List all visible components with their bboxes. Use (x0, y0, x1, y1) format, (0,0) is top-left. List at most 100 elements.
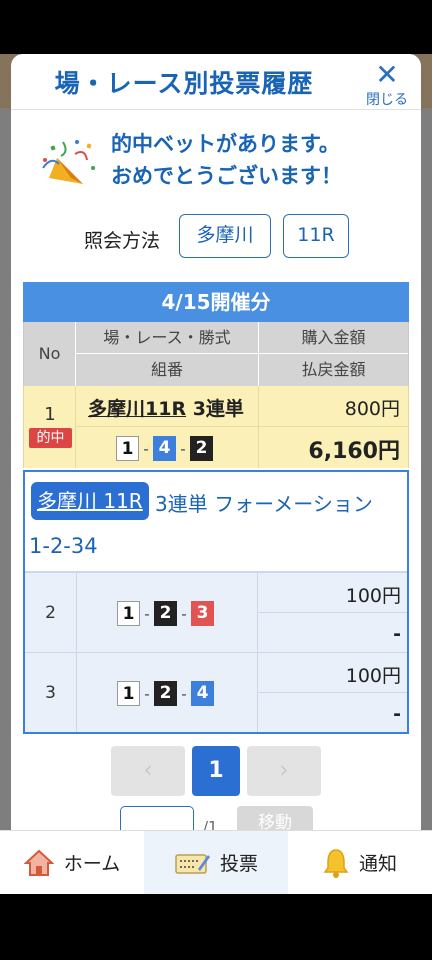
row-purchase-cell: 800円 (259, 386, 408, 427)
row-combo-cell: 1 - 2 - 4 (77, 653, 258, 732)
nav-home[interactable]: ホーム (0, 831, 144, 894)
history-table: 4/15開催分 No 場・レース・勝式 組番 購入金額 払戻金額 1 的中 多摩… (23, 282, 409, 734)
purchase-amount: 100円 (345, 665, 401, 687)
formation-header: 多摩川 11R 3連単 フォーメーション 1-2-34 (25, 472, 407, 572)
page-total: /1 (203, 818, 218, 830)
nav-vote-label: 投票 (219, 853, 258, 875)
combination: 1 - 4 - 2 (116, 436, 213, 461)
header-mid: 場・レース・勝式 組番 (76, 322, 259, 386)
race-tag-button[interactable]: 多摩川 11R (31, 482, 149, 520)
pagination: ‹ 1 › (11, 746, 421, 796)
header-purchase: 購入金額 (259, 322, 408, 354)
row-purchase-cell: 100円 (258, 653, 407, 693)
close-label: 閉じる (366, 92, 408, 108)
system-nav-bar (0, 894, 432, 960)
table-row: 2 1 - 2 - 3 100円 - (25, 572, 407, 652)
congrats-line2: おめでとうございます！ (111, 164, 342, 188)
prev-page-button[interactable]: ‹ (111, 746, 185, 796)
header-combination: 組番 (150, 360, 183, 379)
payout-amount: - (393, 623, 401, 645)
close-button[interactable]: ✕ 閉じる (363, 58, 411, 109)
modal-title: 場・レース別投票履歴 (54, 69, 314, 98)
purchase-amount: 800円 (344, 398, 400, 420)
row-amount-cell: 100円 - (258, 573, 407, 652)
combo-dash: - (143, 439, 149, 458)
close-icon: ✕ (375, 58, 399, 91)
home-icon (23, 849, 54, 877)
congrats-line1: 的中ベットがあります。 (111, 132, 340, 156)
current-page-button[interactable]: 1 (192, 746, 240, 796)
combo-digit: 4 (191, 681, 214, 706)
table-row: 3 1 - 2 - 4 100円 - (25, 652, 407, 732)
congrats-banner: 的中ベットがあります。 おめでとうございます！ (37, 124, 407, 194)
combo-digit: 1 (116, 436, 139, 461)
row-mid-cell: 多摩川11R 3連単 1 - 4 - 2 (76, 386, 259, 468)
next-page-button[interactable]: › (247, 746, 321, 796)
row-no: 2 (25, 573, 77, 652)
row-race-link[interactable]: 多摩川11R (88, 398, 186, 420)
combination: 1 - 2 - 3 (117, 601, 214, 626)
row-amount-cell: 100円 - (258, 653, 407, 732)
row-no-cell: 1 的中 (24, 386, 76, 468)
header-race-type: 場・レース・勝式 (76, 322, 258, 354)
row-combo-cell: 1 - 4 - 2 (76, 427, 258, 468)
nav-home-label: ホーム (63, 853, 121, 875)
combo-digit: 1 (117, 681, 140, 706)
hit-badge: 的中 (29, 428, 72, 448)
row-race-cell: 多摩川11R 3連単 (76, 386, 258, 427)
move-button[interactable]: 移動 (237, 806, 313, 830)
formation-combo: 1-2-34 (29, 534, 98, 558)
row-combo-cell: 1 - 2 - 3 (77, 573, 258, 652)
row-no: 1 (44, 404, 56, 425)
formation-type: 3連単 フォーメーション (155, 492, 373, 516)
row-payout-cell: 6,160円 (259, 427, 408, 468)
row-payout-cell: - (258, 613, 407, 653)
row-purchase-cell: 100円 (258, 573, 407, 613)
nav-vote[interactable]: 投票 (144, 831, 288, 894)
row-race-type: 3連単 (192, 398, 244, 420)
page-jump-input[interactable] (120, 806, 194, 830)
header-no: No (24, 322, 76, 386)
combination: 1 - 2 - 4 (117, 681, 214, 706)
combo-digit: 2 (190, 436, 213, 461)
nav-notify[interactable]: 通知 (288, 831, 432, 894)
bottom-nav: ホーム 投票 通知 (0, 830, 432, 894)
combo-dash: - (144, 604, 150, 623)
row-amount-cell: 800円 6,160円 (259, 386, 408, 468)
payout-amount: - (393, 703, 401, 725)
combo-digit: 4 (153, 436, 176, 461)
query-label: 照会方法 (84, 230, 161, 252)
nav-notify-label: 通知 (358, 853, 397, 875)
combo-digit: 3 (191, 601, 214, 626)
row-payout-cell: - (258, 693, 407, 733)
ticket-icon (174, 849, 210, 877)
race-tag-label: 多摩川 11R (37, 489, 143, 513)
combo-dash: - (180, 439, 186, 458)
combo-digit: 1 (117, 601, 140, 626)
vote-history-modal: 場・レース別投票履歴 ✕ 閉じる 的中ベットがあります。 おめでとうございます！… (11, 54, 421, 830)
modal-header: 場・レース別投票履歴 ✕ 閉じる (11, 54, 421, 110)
query-method: 照会方法 多摩川 11R (11, 214, 421, 260)
combo-digit: 2 (154, 681, 177, 706)
header-right: 購入金額 払戻金額 (259, 322, 408, 386)
status-bar (0, 0, 432, 54)
race-chip[interactable]: 11R (283, 214, 349, 258)
row-no: 3 (25, 653, 77, 732)
purchase-amount: 100円 (345, 585, 401, 607)
combo-digit: 2 (154, 601, 177, 626)
table-row-hit: 1 的中 多摩川11R 3連単 1 - 4 - 2 800円 6,160円 (23, 386, 409, 468)
header-payout: 払戻金額 (301, 360, 366, 379)
party-popper-icon (42, 140, 95, 184)
bell-icon (323, 848, 349, 878)
congrats-text: 的中ベットがあります。 おめでとうございます！ (111, 128, 342, 192)
formation-box: 多摩川 11R 3連単 フォーメーション 1-2-34 2 1 - 2 - 3 (23, 470, 409, 734)
combo-dash: - (144, 684, 150, 703)
table-header: No 場・レース・勝式 組番 購入金額 払戻金額 (23, 322, 409, 386)
payout-amount: 6,160円 (308, 439, 400, 464)
row-race: 多摩川11R 3連単 (88, 394, 244, 421)
venue-chip[interactable]: 多摩川 (179, 214, 271, 258)
table-title: 4/15開催分 (23, 282, 409, 322)
page-jump: /1 移動 (11, 806, 421, 830)
combo-dash: - (181, 604, 187, 623)
combo-dash: - (181, 684, 187, 703)
